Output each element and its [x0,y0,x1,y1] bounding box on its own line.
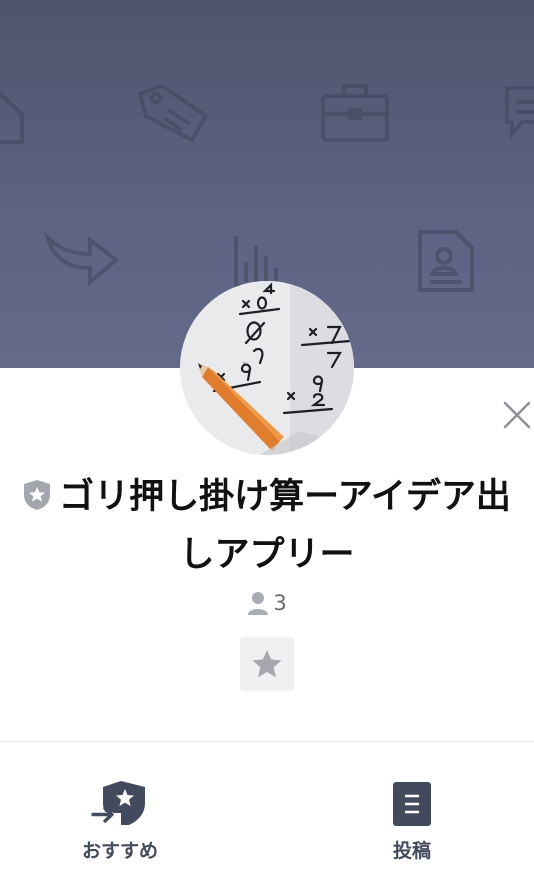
recommend-icon [91,781,145,825]
page-title: ゴリ押し掛け算ーアイデア出しアプリー [22,468,512,584]
star-icon [252,650,282,678]
title-text: ゴリ押し掛け算ーアイデア出しアプリー [59,477,511,575]
home-icon [0,91,24,144]
member-count-value: 3 [273,591,287,615]
official-account-badge-icon [24,480,51,510]
share-arrow-icon [44,231,120,287]
close-icon [503,401,531,429]
favorite-button[interactable] [240,637,294,691]
profile-title-block: ゴリ押し掛け算ーアイデア出しアプリー [0,468,534,584]
avatar-math-image [180,281,354,455]
chat-icon [505,86,534,140]
nav-item-recommend[interactable]: おすすめ [30,775,210,865]
avatar [180,281,354,455]
profile-card-icon [418,230,474,292]
tag-icon [137,83,209,143]
posts-icon [393,782,431,826]
nav-item-posts[interactable]: 投稿 [322,775,502,865]
divider [0,741,534,742]
nav-label-recommend: おすすめ [81,840,158,862]
nav-label-posts: 投稿 [392,840,431,862]
member-count: 3 [0,589,534,617]
close-button[interactable] [498,396,534,434]
briefcase-icon [321,84,389,142]
person-icon [248,592,269,615]
